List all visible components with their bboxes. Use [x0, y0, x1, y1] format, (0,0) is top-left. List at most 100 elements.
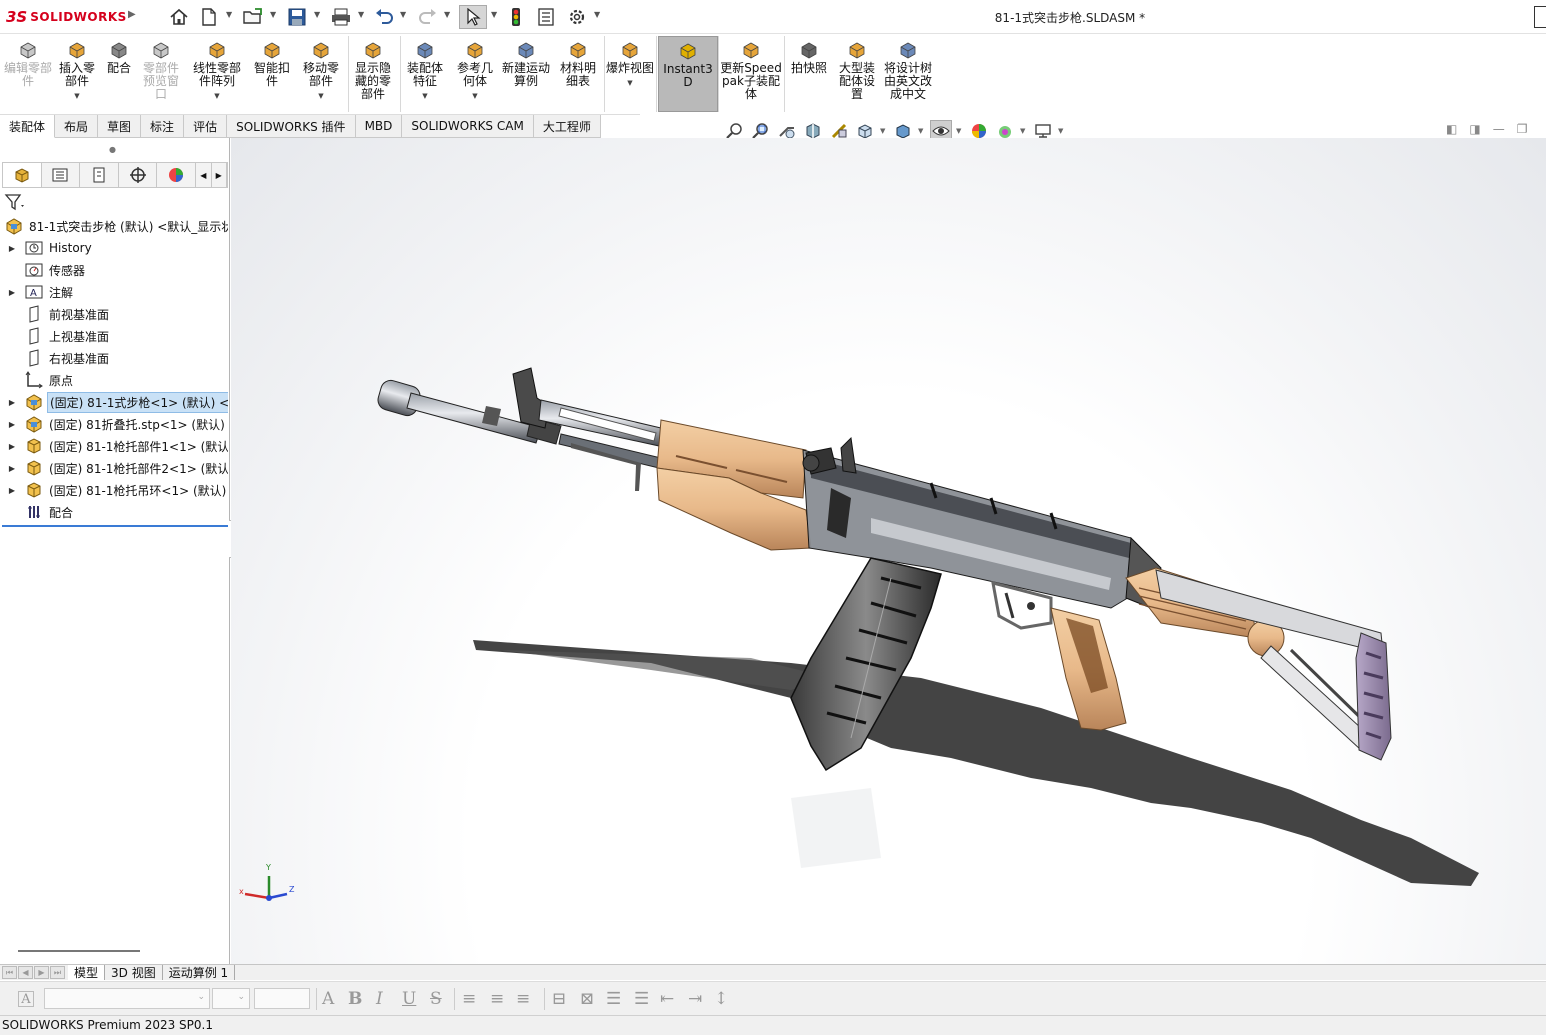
tab-8[interactable]: 大工程师 [533, 115, 601, 138]
tab-6[interactable]: MBD [355, 115, 403, 138]
expand-arrow-icon[interactable]: ▶ [6, 398, 18, 407]
show-hidden-button[interactable]: 显示隐藏的零部件 [350, 36, 396, 112]
select-pointer-icon[interactable] [459, 5, 487, 29]
tree-item[interactable]: 原点 [0, 369, 228, 391]
align-center-icon[interactable]: ≡ [490, 989, 504, 1009]
search-box-edge[interactable] [1534, 6, 1546, 28]
display-manager-tab-icon[interactable] [157, 163, 197, 187]
print-icon[interactable] [329, 5, 353, 29]
tree-item[interactable]: 右视基准面 [0, 347, 228, 369]
minimize-icon[interactable]: — [1493, 122, 1505, 136]
linear-pattern-button[interactable]: 线性零部件阵列 ▼ [188, 36, 246, 112]
text-height-icon[interactable]: A [322, 989, 334, 1009]
select-dropdown-icon[interactable]: ▼ [491, 10, 497, 19]
tree-item[interactable]: 前视基准面 [0, 303, 228, 325]
redo-icon[interactable] [417, 5, 439, 29]
expand-arrow-icon[interactable]: ▶ [6, 288, 18, 297]
tab-5[interactable]: SOLIDWORKS 插件 [227, 115, 356, 138]
save-dropdown-icon[interactable]: ▼ [314, 10, 320, 19]
bottom-tab-1[interactable]: 3D 视图 [105, 965, 163, 980]
assembly-feature-button[interactable]: 装配体特征 ▼ [402, 36, 448, 112]
move-component-button[interactable]: 移动零部件 ▼ [298, 36, 344, 112]
panel-grip-icon[interactable]: ● [109, 145, 116, 154]
reference-geometry-button[interactable]: 参考几何体 ▼ [452, 36, 498, 112]
font-height-field[interactable] [254, 988, 310, 1009]
restore-right-icon[interactable]: ◨ [1469, 122, 1480, 136]
expand-arrow-icon[interactable]: ▶ [6, 486, 18, 495]
bold-button[interactable]: B [348, 989, 362, 1009]
numbering-icon[interactable]: ☰ [634, 989, 649, 1009]
tree-filter[interactable] [4, 191, 226, 213]
tab-first-icon[interactable]: ⏮ [2, 966, 17, 979]
tab-next-icon[interactable]: ▶ [34, 966, 49, 979]
redo-dropdown-icon[interactable]: ▼ [444, 10, 450, 19]
bottom-tab-0[interactable]: 模型 [68, 965, 106, 980]
view-settings-dropdown-icon[interactable]: ▼ [1058, 127, 1066, 135]
configuration-manager-tab-icon[interactable] [80, 163, 119, 187]
ribbon-dropdown-icon[interactable]: ▼ [627, 77, 632, 90]
translate-tree-button[interactable]: 将设计树由英文改成中文 [884, 36, 932, 112]
tree-item[interactable]: ▶ A 注解 [0, 281, 228, 303]
bom-button[interactable]: 材料明细表 [556, 36, 600, 112]
options-dropdown-icon[interactable]: ▼ [594, 10, 600, 19]
dimxpert-manager-tab-icon[interactable] [119, 163, 158, 187]
outdent-icon[interactable]: ⇤ [660, 989, 674, 1009]
tree-item[interactable]: 上视基准面 [0, 325, 228, 347]
indent-icon[interactable]: ⇥ [688, 989, 702, 1009]
font-icon[interactable]: A [18, 991, 34, 1007]
display-style-dropdown-icon[interactable]: ▼ [918, 127, 926, 135]
filter-funnel-icon[interactable] [4, 193, 26, 211]
ribbon-dropdown-icon[interactable]: ▼ [422, 90, 427, 103]
speedpak-button[interactable]: 更新Speedpak子装配体 [720, 36, 782, 112]
tree-item[interactable]: ▶ (固定) 81-1枪托部件2<1> (默认) [0, 457, 228, 479]
view-orientation-dropdown-icon[interactable]: ▼ [880, 127, 888, 135]
tab-0[interactable]: 装配体 [0, 115, 56, 138]
exploded-view-button[interactable]: 爆炸视图 ▼ [606, 36, 654, 112]
instant3d-button[interactable]: Instant3D [658, 36, 718, 112]
graphics-area[interactable]: Y x Z [231, 138, 1546, 964]
apply-scene-dropdown-icon[interactable]: ▼ [1020, 127, 1028, 135]
ribbon-dropdown-icon[interactable]: ▼ [214, 90, 219, 103]
motion-study-button[interactable]: 新建运动算例 [502, 36, 550, 112]
align-left-icon[interactable]: ≡ [462, 989, 476, 1009]
undo-icon[interactable] [373, 5, 395, 29]
new-dropdown-icon[interactable]: ▼ [226, 10, 232, 19]
tree-root[interactable]: 81-1式突击步枪 (默认) <默认_显示状 [0, 215, 228, 237]
strikethrough-button[interactable]: S [430, 989, 442, 1009]
rifle-model-render[interactable]: Y x Z [231, 138, 1546, 964]
bullets-icon[interactable]: ☰ [606, 989, 621, 1009]
large-assembly-button[interactable]: 大型装配体设置 [834, 36, 880, 112]
tree-item[interactable]: ▶ (固定) 81-1枪托部件1<1> (默认) [0, 435, 228, 457]
tree-item[interactable]: ▶ (固定) 81-1枪托吊环<1> (默认) [0, 479, 228, 501]
open-dropdown-icon[interactable]: ▼ [270, 10, 276, 19]
tab-1[interactable]: 布局 [55, 115, 99, 138]
undo-dropdown-icon[interactable]: ▼ [400, 10, 406, 19]
expand-arrow-icon[interactable]: ▶ [6, 420, 18, 429]
tab-last-icon[interactable]: ⏭ [50, 966, 65, 979]
panel-horizontal-scrollbar[interactable] [18, 950, 140, 952]
property-manager-tab-icon[interactable] [42, 163, 81, 187]
font-name-select[interactable]: ⌄ [44, 988, 210, 1009]
expand-arrow-icon[interactable]: ▶ [6, 244, 18, 253]
tab-7[interactable]: SOLIDWORKS CAM [402, 115, 534, 138]
edit-component-button[interactable]: 编辑零部件 [4, 36, 52, 112]
new-document-icon[interactable] [198, 5, 220, 29]
ribbon-dropdown-icon[interactable]: ▼ [74, 90, 79, 103]
bottom-tab-2[interactable]: 运动算例 1 [163, 965, 236, 980]
smart-fasteners-button[interactable]: 智能扣件 [250, 36, 294, 112]
line-spacing-icon[interactable]: ↕ [714, 989, 728, 1009]
hide-show-dropdown-icon[interactable]: ▼ [956, 127, 964, 135]
feature-manager-tab-icon[interactable] [3, 163, 42, 187]
mate-button[interactable]: 配合 [102, 36, 136, 112]
solidworks-logo[interactable]: 3S SOLIDWORKS [6, 7, 127, 27]
rebuild-traffic-light-icon[interactable] [507, 5, 525, 29]
tab-3[interactable]: 标注 [141, 115, 185, 138]
insert-component-button[interactable]: 插入零部件 ▼ [54, 36, 100, 112]
tab-2[interactable]: 草图 [98, 115, 142, 138]
options-gear-icon[interactable] [566, 5, 588, 29]
open-folder-icon[interactable] [241, 5, 265, 29]
save-icon[interactable] [285, 5, 309, 29]
home-icon[interactable] [168, 5, 190, 29]
tree-item[interactable]: 配合 [0, 501, 228, 523]
maximize-icon[interactable]: ❐ [1517, 122, 1528, 136]
